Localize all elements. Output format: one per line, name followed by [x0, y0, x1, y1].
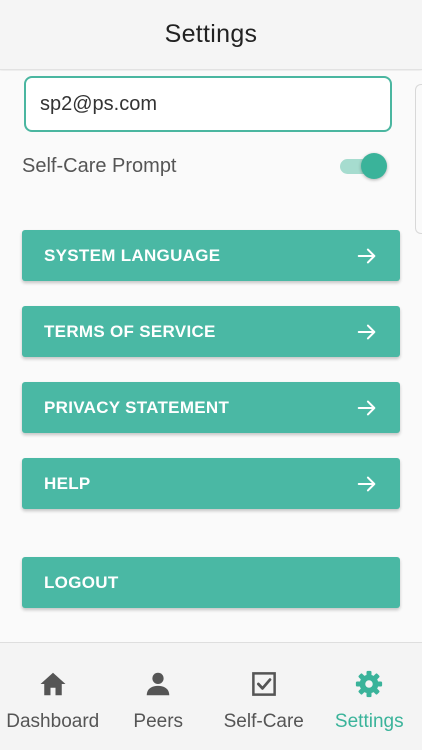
home-icon: [40, 672, 66, 696]
scroll-edge: [415, 84, 422, 234]
help-button[interactable]: HELP: [22, 458, 400, 509]
arrow-right-icon: [357, 248, 376, 263]
tab-label-dashboard: Dashboard: [6, 711, 100, 732]
tab-peers[interactable]: Peers: [106, 643, 212, 750]
bottom-tab-bar: Dashboard Peers Self-Care Settings: [0, 642, 422, 750]
arrow-right-icon: [357, 324, 376, 339]
arrow-right-icon: [357, 400, 376, 415]
logout-button[interactable]: LOGOUT: [22, 557, 400, 608]
tab-dashboard[interactable]: Dashboard: [0, 643, 106, 750]
self-care-prompt-toggle[interactable]: [338, 151, 388, 181]
page-title: Settings: [164, 20, 258, 48]
terms-of-service-label: TERMS OF SERVICE: [44, 321, 216, 341]
toggle-thumb: [361, 153, 387, 179]
tab-settings[interactable]: Settings: [317, 643, 422, 750]
tab-label-self-care: Self-Care: [223, 711, 304, 732]
terms-of-service-button[interactable]: TERMS OF SERVICE: [22, 306, 400, 357]
logout-label: LOGOUT: [44, 572, 119, 592]
person-icon: [147, 672, 170, 696]
self-care-prompt-row: Self-Care Prompt: [22, 148, 388, 184]
header-bar: Settings: [0, 0, 422, 70]
email-field[interactable]: [24, 76, 392, 132]
arrow-right-icon: [357, 476, 376, 491]
system-language-label: SYSTEM LANGUAGE: [44, 245, 221, 265]
system-language-button[interactable]: SYSTEM LANGUAGE: [22, 230, 400, 281]
gear-icon: [356, 670, 383, 698]
help-label: HELP: [44, 473, 91, 493]
tab-self-care[interactable]: Self-Care: [211, 643, 317, 750]
privacy-statement-button[interactable]: PRIVACY STATEMENT: [22, 382, 400, 433]
checkbox-icon: [251, 672, 276, 696]
tab-label-settings: Settings: [334, 711, 404, 732]
privacy-statement-label: PRIVACY STATEMENT: [44, 397, 230, 417]
self-care-prompt-label: Self-Care Prompt: [22, 154, 177, 177]
tab-label-peers: Peers: [133, 711, 184, 732]
